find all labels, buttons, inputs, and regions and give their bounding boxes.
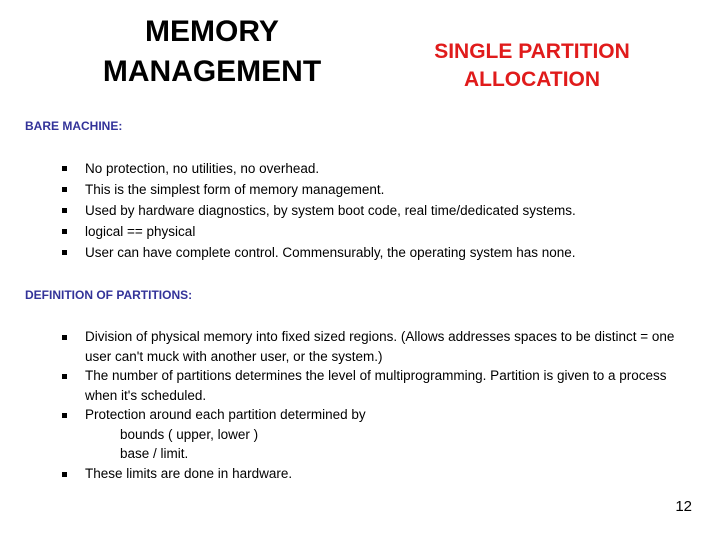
square-bullet-icon <box>62 187 67 192</box>
list-item: Protection around each partition determi… <box>60 405 688 464</box>
square-bullet-icon <box>62 229 67 234</box>
list-item-label: User can have complete control. Commensu… <box>85 245 576 260</box>
square-bullet-icon <box>62 250 67 255</box>
list-item-subline: base / limit. <box>120 446 189 461</box>
bullet-list-definition-of-partitions: Division of physical memory into fixed s… <box>60 327 688 483</box>
square-bullet-icon <box>62 208 67 213</box>
section-heading-bare-machine: BARE MACHINE: <box>25 119 123 133</box>
list-item-label: Protection around each partition determi… <box>85 407 366 422</box>
bullet-list-bare-machine: No protection, no utilities, no overhead… <box>60 158 678 263</box>
title-block: MEMORY MANAGEMENT SINGLE PARTITION ALLOC… <box>0 12 720 104</box>
list-item: No protection, no utilities, no overhead… <box>60 158 678 179</box>
page-subtitle: SINGLE PARTITION ALLOCATION <box>434 40 630 92</box>
section-heading-definition-of-partitions: DEFINITION OF PARTITIONS: <box>25 288 193 302</box>
square-bullet-icon <box>62 471 67 477</box>
list-item-label: Division of physical memory into fixed s… <box>85 329 675 364</box>
list-item: This is the simplest form of memory mana… <box>60 179 678 200</box>
list-item-label: The number of partitions determines the … <box>85 368 667 403</box>
list-item-label: These limits are done in hardware. <box>85 465 293 481</box>
square-bullet-icon <box>62 413 67 418</box>
list-item: The number of partitions determines the … <box>60 366 688 405</box>
list-item-label: No protection, no utilities, no overhead… <box>85 161 320 176</box>
list-item: Division of physical memory into fixed s… <box>60 327 688 366</box>
list-item-label: This is the simplest form of memory mana… <box>85 182 385 197</box>
page-title: MEMORY MANAGEMENT <box>102 15 322 88</box>
list-item-label: Used by hardware diagnostics, by system … <box>85 203 576 218</box>
list-item: User can have complete control. Commensu… <box>60 242 678 263</box>
square-bullet-icon <box>62 374 67 379</box>
list-item-label: logical == physical <box>85 224 196 239</box>
page-number: 12 <box>675 498 692 515</box>
list-item: Used by hardware diagnostics, by system … <box>60 200 678 221</box>
list-item-subline: bounds ( upper, lower ) <box>120 426 259 442</box>
square-bullet-icon <box>62 335 67 340</box>
slide-canvas: MEMORY MANAGEMENT SINGLE PARTITION ALLOC… <box>0 0 720 540</box>
list-item: logical == physical <box>60 221 678 242</box>
square-bullet-icon <box>62 166 67 171</box>
list-item: These limits are done in hardware. <box>60 464 688 484</box>
